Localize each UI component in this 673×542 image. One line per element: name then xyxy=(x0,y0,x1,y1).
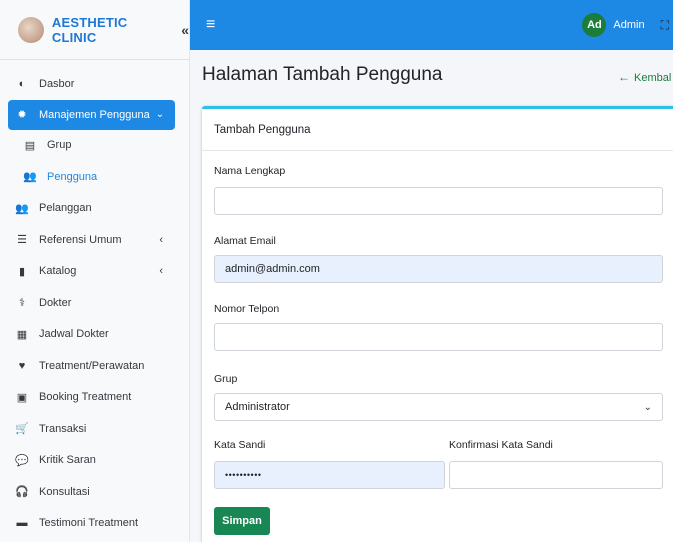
menu-toggle-icon[interactable]: ≡ xyxy=(206,16,215,34)
sidebar-item-label: Pengguna xyxy=(47,170,98,183)
sidebar-item-label: Transaksi xyxy=(39,422,87,435)
full-name-input[interactable] xyxy=(214,187,663,215)
dashboard-icon: ◐ xyxy=(18,77,26,90)
chevron-left-icon: ‹ xyxy=(159,265,163,278)
sidebar-item-kritik-saran[interactable]: 💬 Kritik Saran xyxy=(0,445,189,477)
sidebar-item-label: Kritik Saran xyxy=(39,454,96,467)
sidebar-item-treatment[interactable]: ♥ Treatment/Perawatan xyxy=(0,350,189,382)
sidebar-item-transaksi[interactable]: 🛒 Transaksi xyxy=(0,413,189,445)
sidebar-item-label: Pelanggan xyxy=(39,202,92,215)
sidebar-item-pengguna[interactable]: 👥 Pengguna xyxy=(0,161,189,193)
save-button[interactable]: Simpan xyxy=(214,507,270,535)
heartbeat-icon: ♥ xyxy=(18,359,26,372)
topbar: ≡ Ad Admin ⛶ xyxy=(190,0,673,50)
sidebar-item-testimoni-treatment[interactable]: ▬ Testimoni Treatment xyxy=(0,508,189,540)
sidebar-nav: ◐ Dasbor ✹ Manajemen Pengguna ⌄ ▤ Grup 👥… xyxy=(0,60,189,539)
sidebar-item-label: Katalog xyxy=(39,265,77,278)
sidebar-item-dasbor[interactable]: ◐ Dasbor xyxy=(0,68,189,100)
group-select[interactable]: Administrator ⌄ xyxy=(214,393,663,421)
sidebar-item-label: Grup xyxy=(47,139,72,152)
user-name[interactable]: Admin xyxy=(613,19,644,31)
calendar-check-icon: ▣ xyxy=(16,391,28,404)
page-header: Halaman Tambah Pengguna ← Kembal xyxy=(190,50,673,106)
main-content: Halaman Tambah Pengguna ← Kembal Tambah P… xyxy=(190,50,673,542)
brand-name: AESTHETIC CLINIC xyxy=(51,14,128,45)
sidebar-item-manajemen-pengguna[interactable]: ✹ Manajemen Pengguna ⌄ xyxy=(8,99,175,130)
sidebar-item-label: Booking Treatment xyxy=(39,391,132,404)
sidebar-item-label: Dasbor xyxy=(39,77,75,90)
group-label: Grup xyxy=(214,373,238,385)
comment-icon: ▬ xyxy=(16,517,28,530)
headset-icon: 🎧 xyxy=(15,486,29,499)
brand-logo xyxy=(18,16,44,43)
phone-input[interactable] xyxy=(214,323,663,351)
page-title: Halaman Tambah Pengguna xyxy=(202,64,443,85)
fullscreen-icon[interactable]: ⛶ xyxy=(661,18,669,33)
collapse-sidebar-icon[interactable]: « xyxy=(181,22,189,38)
sidebar-item-label: Dokter xyxy=(39,296,72,309)
password-input[interactable]: •••••••••• xyxy=(214,461,445,489)
sidebar-item-label: Konsultasi xyxy=(39,485,90,498)
sidebar-item-booking-treatment[interactable]: ▣ Booking Treatment xyxy=(0,382,189,414)
sidebar-item-konsultasi[interactable]: 🎧 Konsultasi xyxy=(0,476,189,508)
sidebar-item-label: Testimoni Treatment xyxy=(39,517,139,530)
sidebar-item-grup[interactable]: ▤ Grup xyxy=(0,130,189,162)
chevron-down-icon: ⌄ xyxy=(643,401,652,413)
group-select-value: Administrator xyxy=(225,401,290,413)
sidebar-item-jadwal-dokter[interactable]: ▦ Jadwal Dokter xyxy=(0,319,189,351)
phone-label: Nomor Telpon xyxy=(214,303,280,315)
comments-icon: 💬 xyxy=(15,454,29,467)
sidebar-item-pelanggan[interactable]: 👥 Pelanggan xyxy=(0,193,189,225)
list-icon: ☰ xyxy=(17,234,27,247)
card-title: Tambah Pengguna xyxy=(202,109,673,151)
arrow-left-icon: ← xyxy=(618,70,630,84)
chevron-down-icon: ⌄ xyxy=(155,109,165,120)
sidebar-item-label: Jadwal Dokter xyxy=(39,328,109,341)
full-name-label: Nama Lengkap xyxy=(214,165,286,177)
calendar-icon: ▦ xyxy=(16,328,28,341)
add-user-card: Tambah Pengguna Nama Lengkap Alamat Emai… xyxy=(202,106,673,542)
users-icon: 👥 xyxy=(15,202,29,215)
password-confirm-label: Konfirmasi Kata Sandi xyxy=(449,439,553,451)
back-link[interactable]: ← Kembal xyxy=(618,70,671,84)
back-link-label: Kembal xyxy=(634,72,672,84)
password-confirm-input[interactable] xyxy=(449,461,663,489)
brand[interactable]: AESTHETIC CLINIC « xyxy=(0,0,189,60)
sidebar-item-katalog[interactable]: ▮ Katalog ‹ xyxy=(0,256,189,288)
email-input[interactable]: admin@admin.com xyxy=(214,255,663,283)
doctor-icon: ⚕ xyxy=(19,297,25,310)
id-card-icon: ▤ xyxy=(24,139,36,152)
users-icon: 👥 xyxy=(23,171,37,184)
app-root: AESTHETIC CLINIC « ◐ Dasbor ✹ Manajemen … xyxy=(0,0,673,542)
sidebar-item-label: Treatment/Perawatan xyxy=(39,359,145,372)
avatar[interactable]: Ad xyxy=(582,13,607,37)
sidebar: AESTHETIC CLINIC « ◐ Dasbor ✹ Manajemen … xyxy=(0,0,190,542)
password-label: Kata Sandi xyxy=(214,439,266,451)
email-label: Alamat Email xyxy=(214,235,276,247)
book-icon: ▮ xyxy=(18,265,26,278)
gear-icon: ✹ xyxy=(17,109,27,121)
sidebar-item-referensi-umum[interactable]: ☰ Referensi Umum ‹ xyxy=(0,224,189,256)
user-menu[interactable]: Ad Admin ⛶ xyxy=(582,0,673,50)
chevron-left-icon: ‹ xyxy=(159,233,163,246)
sidebar-item-label: Manajemen Pengguna xyxy=(39,108,150,121)
sidebar-item-label: Referensi Umum xyxy=(39,233,122,246)
cart-icon: 🛒 xyxy=(15,423,29,436)
sidebar-item-dokter[interactable]: ⚕ Dokter xyxy=(0,287,189,319)
